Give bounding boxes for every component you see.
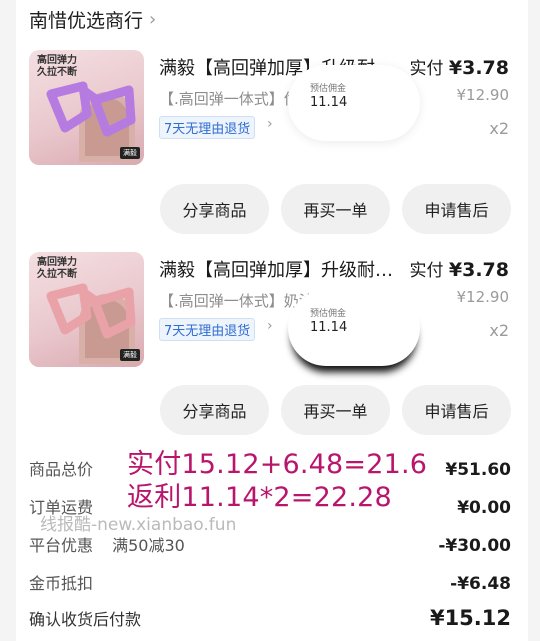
original-price: ¥12.90 xyxy=(456,288,510,306)
order-item[interactable]: 高回弹力 久拉不断 满毅 满毅【高回弹加厚】升级耐… 【.高回弹一体式】奶油粉 … xyxy=(29,252,519,372)
chevron-right-icon: › xyxy=(267,116,273,132)
brand-tag: 满毅 xyxy=(120,147,140,159)
return-policy-badge[interactable]: 7天无理由退货 xyxy=(159,116,256,139)
rebuy-button[interactable]: 再买一单 xyxy=(281,184,390,234)
shop-header[interactable]: 南惜优选商行 › xyxy=(29,6,156,33)
coin-value: -¥6.48 xyxy=(450,574,511,594)
shipping-value: ¥0.00 xyxy=(457,498,511,518)
original-price: ¥12.90 xyxy=(456,86,510,104)
platform-discount-label: 平台优惠 xyxy=(29,536,94,555)
summary-confirm-payment: 确认收货后付款 ¥15.12 xyxy=(29,606,511,630)
commission-label: 预估佣金 xyxy=(310,84,347,94)
share-button[interactable]: 分享商品 xyxy=(160,385,269,435)
thumbnail-caption: 高回弹力 久拉不断 xyxy=(37,55,77,78)
platform-discount-value: -¥30.00 xyxy=(438,536,511,556)
overlay-note-rebate: 返利11.14*2=22.28 xyxy=(127,482,392,513)
after-sale-button[interactable]: 申请售后 xyxy=(402,385,511,435)
commission-label: 预估佣金 xyxy=(310,309,347,319)
watermark: 线报酷-new.xianbao.fun xyxy=(40,515,237,535)
order-item[interactable]: 高回弹力 久拉不断 满毅 满毅【高回弹加厚】升级耐 【.高回弹一体式】优 7天无… xyxy=(29,50,519,170)
brand-tag: 满毅 xyxy=(120,349,140,361)
product-thumbnail[interactable]: 高回弹力 久拉不断 满毅 xyxy=(29,252,144,367)
paid-price: 实付 ¥3.78 xyxy=(409,57,509,79)
after-sale-button[interactable]: 申请售后 xyxy=(402,184,511,234)
commission-value: 11.14 xyxy=(310,95,348,110)
item-actions: 分享商品 再买一单 申请售后 xyxy=(160,184,511,234)
share-button[interactable]: 分享商品 xyxy=(160,184,269,234)
confirm-label: 确认收货后付款 xyxy=(29,610,142,629)
glasses-product-icon xyxy=(46,283,136,339)
return-policy-badge[interactable]: 7天无理由退货 xyxy=(159,318,256,341)
product-title[interactable]: 满毅【高回弹加厚】升级耐… xyxy=(159,256,409,282)
coin-label: 金币抵扣 xyxy=(29,574,94,593)
summary-coin-deduction: 金币抵扣 -¥6.48 xyxy=(29,570,511,594)
shop-name: 南惜优选商行 xyxy=(29,10,144,32)
commission-popup: 预估佣金 11.14 xyxy=(288,65,420,141)
rebuy-button[interactable]: 再买一单 xyxy=(281,385,390,435)
goods-total-label: 商品总价 xyxy=(29,460,94,479)
quantity: x2 xyxy=(489,119,509,138)
summary-platform-discount: 平台优惠 满50减30 -¥30.00 xyxy=(29,532,511,556)
chevron-right-icon: › xyxy=(267,318,273,334)
glasses-product-icon xyxy=(46,81,136,137)
paid-price: 实付 ¥3.78 xyxy=(409,259,509,281)
chevron-right-icon: › xyxy=(149,9,157,30)
item-actions: 分享商品 再买一单 申请售后 xyxy=(160,385,511,435)
thumbnail-caption: 高回弹力 久拉不断 xyxy=(37,257,77,280)
quantity: x2 xyxy=(489,321,509,340)
commission-value: 11.14 xyxy=(310,320,348,335)
product-thumbnail[interactable]: 高回弹力 久拉不断 满毅 xyxy=(29,50,144,165)
commission-popup: 预估佣金 11.14 xyxy=(288,290,420,366)
goods-total-value: ¥51.60 xyxy=(445,460,511,480)
platform-discount-promo: 满50减30 xyxy=(112,536,185,555)
confirm-value: ¥15.12 xyxy=(429,606,511,630)
